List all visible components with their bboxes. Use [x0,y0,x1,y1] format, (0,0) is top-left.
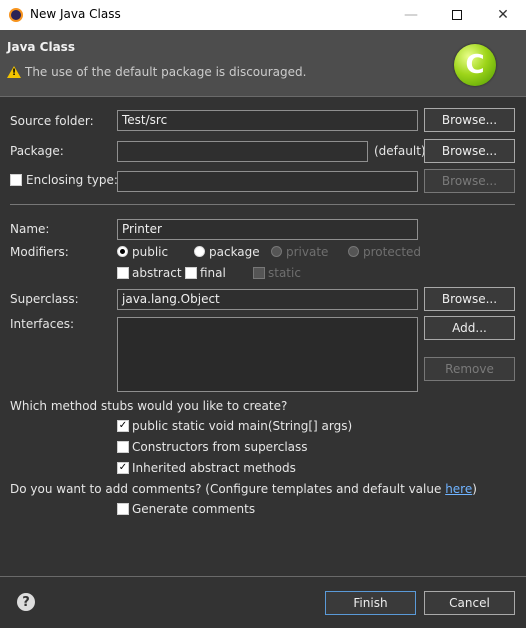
package-label: Package: [10,144,64,158]
source-folder-label: Source folder: [10,114,94,128]
finish-button[interactable]: Finish [325,591,416,615]
generate-comments-checkbox[interactable] [117,503,129,515]
static-checkbox[interactable] [253,267,265,279]
constructors-label: Constructors from superclass [132,440,308,454]
interfaces-list[interactable] [117,317,418,392]
package-radio[interactable] [194,246,205,257]
modifiers-label: Modifiers: [10,245,69,259]
final-checkbox[interactable] [185,267,197,279]
window-title: New Java Class [30,7,121,21]
minimize-button[interactable]: — [388,0,434,30]
wizard-message: The use of the default package is discou… [25,65,307,79]
final-label: final [200,266,226,280]
comments-question: Do you want to add comments? (Configure … [10,482,477,496]
footer-divider [0,576,526,577]
private-radio[interactable] [271,246,282,257]
enclosing-type-browse-button[interactable]: Browse... [424,169,515,193]
source-folder-field[interactable]: Test/src [117,110,418,131]
help-icon[interactable]: ? [17,593,35,611]
constructors-checkbox[interactable] [117,441,129,453]
package-modifier-label: package [209,245,260,259]
superclass-field[interactable]: java.lang.Object [117,289,418,310]
warning-icon: ! [7,66,21,78]
protected-radio[interactable] [348,246,359,257]
name-field[interactable]: Printer [117,219,418,240]
abstract-label: abstract [132,266,182,280]
add-interface-button[interactable]: Add... [424,316,515,340]
inherited-methods-checkbox[interactable]: ✓ [117,462,129,474]
java-class-icon: C [454,44,496,86]
wizard-header: Java Class ! The use of the default pack… [0,30,526,96]
public-radio[interactable] [117,246,128,257]
source-folder-browse-button[interactable]: Browse... [424,108,515,132]
header-divider [0,96,526,97]
package-field[interactable] [117,141,368,162]
private-label: private [286,245,329,259]
close-button[interactable]: ✕ [480,0,526,30]
generate-comments-label: Generate comments [132,502,256,516]
package-default-label: (default) [374,144,426,158]
name-label: Name: [10,222,50,236]
enclosing-type-checkbox[interactable] [10,174,22,186]
wizard-title: Java Class [7,40,75,54]
public-label: public [132,245,169,259]
title-bar: New Java Class — ✕ [0,0,526,30]
inherited-methods-label: Inherited abstract methods [132,461,296,475]
superclass-label: Superclass: [10,292,79,306]
method-stubs-question: Which method stubs would you like to cre… [10,399,288,413]
comments-question-close: ) [472,482,477,496]
main-method-label: public static void main(String[] args) [132,419,353,433]
cancel-button[interactable]: Cancel [424,591,515,615]
interfaces-label: Interfaces: [10,317,75,331]
configure-templates-link[interactable]: here [445,482,472,496]
maximize-icon [452,10,462,20]
main-method-checkbox[interactable]: ✓ [117,420,129,432]
comments-question-text: Do you want to add comments? (Configure … [10,482,446,496]
maximize-button[interactable] [434,0,480,30]
package-browse-button[interactable]: Browse... [424,139,515,163]
abstract-checkbox[interactable] [117,267,129,279]
enclosing-type-field[interactable] [117,171,418,192]
eclipse-icon [9,8,23,22]
remove-interface-button[interactable]: Remove [424,357,515,381]
section-divider [10,204,515,205]
superclass-browse-button[interactable]: Browse... [424,287,515,311]
protected-label: protected [363,245,422,259]
enclosing-type-label: Enclosing type: [26,173,118,187]
static-label: static [268,266,301,280]
